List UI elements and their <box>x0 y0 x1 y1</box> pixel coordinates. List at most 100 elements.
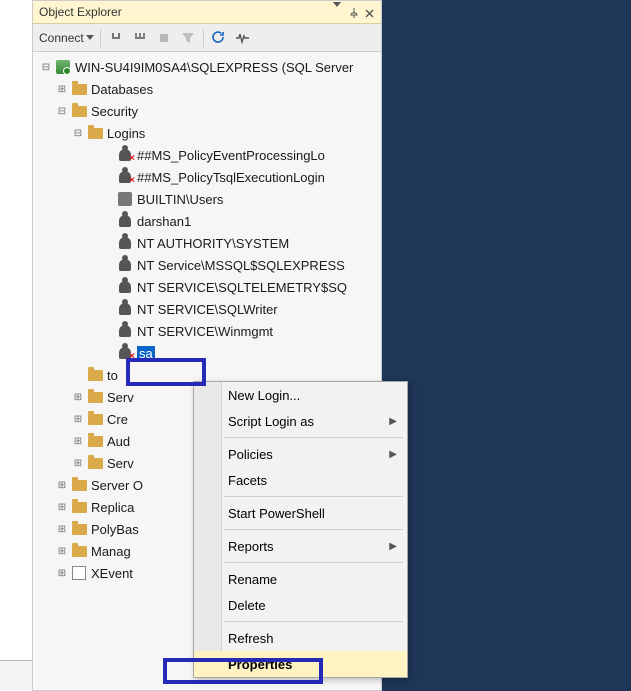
folder-label: Cre <box>107 412 128 427</box>
context-menu-separator <box>224 437 403 438</box>
folder-icon <box>87 411 103 427</box>
folder-icon <box>87 389 103 405</box>
tree-login-item[interactable]: NT Service\MSSQL$SQLEXPRESS <box>37 254 381 276</box>
filter-icon[interactable] <box>179 29 197 47</box>
xevent-icon <box>71 565 87 581</box>
context-menu-item-new-login[interactable]: New Login... <box>194 382 407 408</box>
disconnect-icon[interactable] <box>107 29 125 47</box>
expand-icon[interactable] <box>71 412 85 426</box>
login-disabled-icon <box>117 345 133 361</box>
login-label: ##MS_PolicyTsqlExecutionLogin <box>137 170 325 185</box>
login-icon <box>117 279 133 295</box>
toolbar-separator <box>100 29 101 47</box>
folder-icon <box>71 477 87 493</box>
expand-icon[interactable] <box>55 522 69 536</box>
refresh-icon[interactable] <box>210 29 228 47</box>
stop-icon[interactable] <box>155 29 173 47</box>
expand-icon[interactable] <box>55 544 69 558</box>
pin-icon[interactable] <box>349 7 359 17</box>
context-menu-item-delete[interactable]: Delete <box>194 592 407 618</box>
context-menu-item-label: New Login... <box>228 388 300 403</box>
folder-icon <box>71 543 87 559</box>
context-menu-item-refresh[interactable]: Refresh <box>194 625 407 651</box>
login-label: NT AUTHORITY\SYSTEM <box>137 236 289 251</box>
panel-header: Object Explorer <box>33 1 381 24</box>
context-menu-separator <box>224 529 403 530</box>
expand-icon[interactable] <box>71 456 85 470</box>
chevron-right-icon: ▶ <box>389 416 397 427</box>
databases-label: Databases <box>91 82 153 97</box>
chevron-right-icon: ▶ <box>389 449 397 460</box>
toolbar-separator <box>203 29 204 47</box>
tree-login-item[interactable]: NT SERVICE\SQLTELEMETRY$SQ <box>37 276 381 298</box>
tree-login-item[interactable]: ##MS_PolicyEventProcessingLo <box>37 144 381 166</box>
tree-login-sa[interactable]: sa <box>37 342 381 364</box>
activity-monitor-icon[interactable] <box>234 29 252 47</box>
login-label: NT Service\MSSQL$SQLEXPRESS <box>137 258 345 273</box>
login-icon <box>117 301 133 317</box>
context-menu-item-rename[interactable]: Rename <box>194 566 407 592</box>
context-menu-item-script-login-as[interactable]: Script Login as▶ <box>194 408 407 434</box>
login-label: ##MS_PolicyEventProcessingLo <box>137 148 325 163</box>
expand-icon[interactable] <box>55 566 69 580</box>
login-label-sa: sa <box>137 346 155 361</box>
context-menu[interactable]: New Login... Script Login as▶ Policies ▶ Fac… <box>193 381 408 678</box>
collapse-icon[interactable] <box>39 60 53 74</box>
chevron-right-icon: ▶ <box>389 541 397 552</box>
chevron-down-icon <box>86 35 94 40</box>
folder-icon <box>87 433 103 449</box>
login-icon <box>117 213 133 229</box>
folder-label: to <box>107 368 118 383</box>
folder-label: Replica <box>91 500 134 515</box>
xevent-label: XEvent <box>91 566 133 581</box>
disconnect-all-icon[interactable] <box>131 29 149 47</box>
context-menu-item-label: Refresh <box>228 631 274 646</box>
folder-label: Serv <box>107 390 134 405</box>
folder-label: Serv <box>107 456 134 471</box>
tree-login-item[interactable]: NT SERVICE\Winmgmt <box>37 320 381 342</box>
expand-icon[interactable] <box>71 434 85 448</box>
folder-icon <box>71 81 87 97</box>
tree-login-item[interactable]: darshan1 <box>37 210 381 232</box>
collapse-icon[interactable] <box>71 126 85 140</box>
collapse-icon[interactable] <box>55 104 69 118</box>
context-menu-item-start-powershell[interactable]: Start PowerShell <box>194 500 407 526</box>
right-dark-pane <box>382 0 631 691</box>
expand-icon[interactable] <box>55 500 69 514</box>
folder-icon <box>71 103 87 119</box>
tree-login-item[interactable]: BUILTIN\Users <box>37 188 381 210</box>
tree-login-item[interactable]: ##MS_PolicyTsqlExecutionLogin <box>37 166 381 188</box>
connect-dropdown[interactable]: Connect <box>39 31 94 45</box>
window-position-dropdown-icon[interactable] <box>333 7 343 17</box>
folder-label: PolyBas <box>91 522 139 537</box>
context-menu-item-properties[interactable]: Properties <box>194 651 407 677</box>
login-icon <box>117 235 133 251</box>
expand-icon[interactable] <box>71 390 85 404</box>
folder-icon <box>87 367 103 383</box>
tree-logins-node[interactable]: Logins <box>37 122 381 144</box>
expand-icon[interactable] <box>55 478 69 492</box>
tree-databases-node[interactable]: Databases <box>37 78 381 100</box>
login-label: NT SERVICE\Winmgmt <box>137 324 273 339</box>
tree-login-item[interactable]: NT AUTHORITY\SYSTEM <box>37 232 381 254</box>
connect-label: Connect <box>39 31 84 45</box>
server-label: WIN-SU4I9IM0SA4\SQLEXPRESS (SQL Server <box>75 60 353 75</box>
object-explorer-panel: Object Explorer Connect <box>32 0 382 691</box>
context-menu-item-policies[interactable]: Policies ▶ <box>194 441 407 467</box>
folder-label: Manag <box>91 544 131 559</box>
context-menu-item-label: Reports <box>228 539 274 554</box>
close-icon[interactable] <box>365 7 375 17</box>
context-menu-item-reports[interactable]: Reports ▶ <box>194 533 407 559</box>
context-menu-item-facets[interactable]: Facets <box>194 467 407 493</box>
tree-login-item[interactable]: NT SERVICE\SQLWriter <box>37 298 381 320</box>
group-icon <box>117 191 133 207</box>
expand-icon[interactable] <box>55 82 69 96</box>
context-menu-separator <box>224 562 403 563</box>
context-menu-item-label: Policies <box>228 447 273 462</box>
tree-server-node[interactable]: WIN-SU4I9IM0SA4\SQLEXPRESS (SQL Server <box>37 56 381 78</box>
toolbar: Connect <box>33 24 381 52</box>
folder-label: Aud <box>107 434 130 449</box>
tree-security-node[interactable]: Security <box>37 100 381 122</box>
context-menu-item-label: Start PowerShell <box>228 506 325 521</box>
folder-label: Server O <box>91 478 143 493</box>
